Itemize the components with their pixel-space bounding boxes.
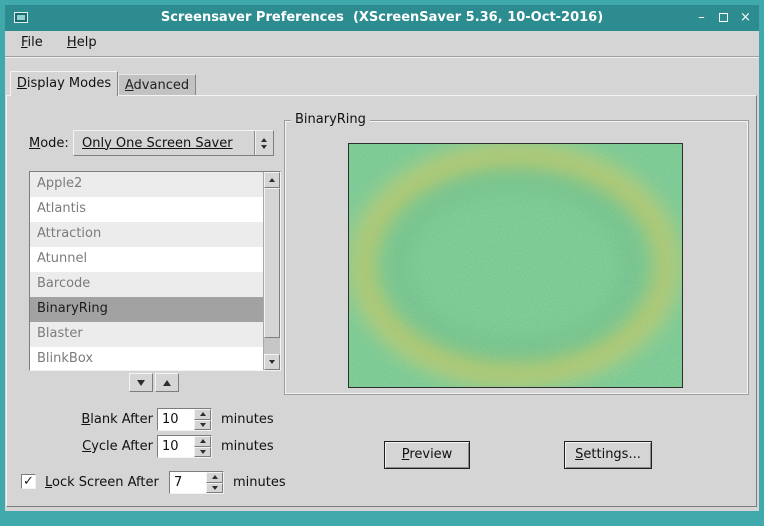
- decrement-button[interactable]: [206, 483, 223, 494]
- list-item[interactable]: Attraction: [30, 222, 263, 247]
- previous-saver-button[interactable]: [155, 373, 179, 392]
- window-title: Screensaver Preferences (XScreenSaver 5.…: [5, 5, 759, 31]
- increment-button[interactable]: [206, 472, 223, 483]
- cycle-after-label: Cycle After: [37, 439, 153, 454]
- preview-button[interactable]: Preview: [384, 441, 470, 469]
- lock-screen-label: Lock Screen After: [45, 475, 159, 490]
- dropdown-arrows-icon: [254, 131, 273, 155]
- decrement-button[interactable]: [194, 447, 211, 458]
- up-arrow-icon: [163, 380, 171, 386]
- list-item[interactable]: Blaster: [30, 322, 263, 347]
- scroll-up-button[interactable]: [264, 172, 280, 188]
- list-item[interactable]: Apple2: [30, 172, 263, 197]
- down-arrow-icon: [212, 486, 218, 490]
- blank-after-label: Blank After: [37, 412, 153, 427]
- xscreensaver-window: Screensaver Preferences (XScreenSaver 5.…: [0, 0, 764, 526]
- titlebar-buttons: – ×: [694, 5, 753, 31]
- increment-button[interactable]: [194, 409, 211, 420]
- scroll-down-button[interactable]: [264, 354, 280, 370]
- cycle-after-input[interactable]: [158, 436, 194, 457]
- close-button[interactable]: ×: [738, 10, 753, 26]
- scrollbar-thumb[interactable]: [264, 188, 280, 338]
- titlebar[interactable]: Screensaver Preferences (XScreenSaver 5.…: [5, 5, 759, 31]
- up-arrow-icon: [269, 178, 275, 182]
- blank-after-unit: minutes: [221, 412, 274, 427]
- maximize-button[interactable]: [716, 10, 731, 26]
- mode-label: Mode:: [29, 136, 69, 151]
- cycle-after-spinner: [157, 435, 212, 458]
- list-scrollbar[interactable]: [263, 172, 280, 370]
- down-arrow-icon: [137, 380, 145, 386]
- list-item[interactable]: Atunnel: [30, 247, 263, 272]
- list-item[interactable]: Atlantis: [30, 197, 263, 222]
- screensaver-list: Apple2 Atlantis Attraction Atunnel Barco…: [29, 171, 281, 371]
- preview-frame-label: BinaryRing: [291, 112, 370, 127]
- menubar: File Help: [5, 31, 759, 57]
- lock-screen-checkbox[interactable]: ✓: [21, 474, 36, 489]
- list-item[interactable]: BinaryRing: [30, 297, 263, 322]
- increment-button[interactable]: [194, 436, 211, 447]
- maximize-icon: [719, 13, 728, 22]
- up-arrow-icon: [200, 439, 206, 443]
- down-arrow-icon: [200, 450, 206, 454]
- list-item[interactable]: Barcode: [30, 272, 263, 297]
- lock-after-spinner: [169, 471, 224, 494]
- settings-button[interactable]: Settings...: [564, 441, 652, 469]
- binaryring-preview-art: [349, 144, 682, 387]
- menu-help[interactable]: Help: [57, 31, 107, 54]
- blank-after-steppers: [194, 409, 211, 430]
- blank-after-spinner: [157, 408, 212, 431]
- menu-file[interactable]: File: [11, 31, 53, 54]
- cycle-after-unit: minutes: [221, 439, 274, 454]
- preview-image: [348, 143, 683, 388]
- lock-after-unit: minutes: [233, 475, 286, 490]
- down-arrow-icon: [269, 360, 275, 364]
- down-arrow-icon: [200, 423, 206, 427]
- tab-display-modes[interactable]: Display Modes: [10, 71, 118, 96]
- cycle-after-steppers: [194, 436, 211, 457]
- up-arrow-icon: [212, 475, 218, 479]
- list-item[interactable]: BlinkBox: [30, 347, 263, 370]
- minimize-button[interactable]: –: [694, 10, 709, 26]
- display-modes-panel: Mode: Only One Screen Saver Apple2 Atlan…: [6, 95, 757, 507]
- next-saver-button[interactable]: [129, 373, 153, 392]
- decrement-button[interactable]: [194, 420, 211, 431]
- blank-after-input[interactable]: [158, 409, 194, 430]
- window-client-area: Screensaver Preferences (XScreenSaver 5.…: [5, 5, 759, 511]
- lock-after-steppers: [206, 472, 223, 493]
- mode-dropdown-value: Only One Screen Saver: [74, 136, 233, 151]
- tab-advanced[interactable]: Advanced: [118, 74, 196, 96]
- mode-dropdown[interactable]: Only One Screen Saver: [73, 130, 274, 156]
- up-arrow-icon: [200, 412, 206, 416]
- screensaver-list-rows: Apple2 Atlantis Attraction Atunnel Barco…: [30, 172, 263, 370]
- lock-after-input[interactable]: [170, 472, 206, 493]
